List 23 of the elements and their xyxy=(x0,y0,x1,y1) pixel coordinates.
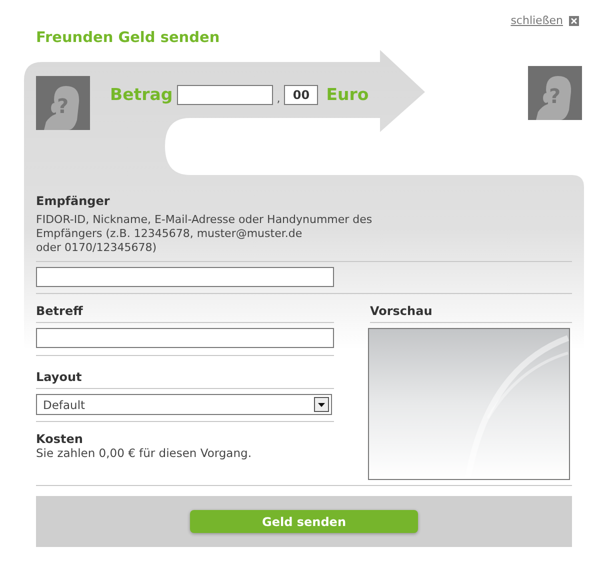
subject-input[interactable] xyxy=(36,328,334,348)
currency-label: Euro xyxy=(326,85,369,104)
layout-dropdown[interactable]: Default xyxy=(36,394,332,415)
close-icon[interactable] xyxy=(569,16,579,26)
preview-label: Vorschau xyxy=(370,304,572,323)
cent-input[interactable]: 00 xyxy=(284,85,318,105)
amount-label: Betrag xyxy=(110,85,173,104)
person-silhouette-icon xyxy=(44,86,80,130)
caret-icon xyxy=(314,397,329,412)
dialog-title: Freunden Geld senden xyxy=(36,30,221,46)
layout-label: Layout xyxy=(36,370,334,389)
costs-label: Kosten xyxy=(36,432,84,446)
euro-input[interactable] xyxy=(176,85,273,105)
close-link[interactable]: schließen xyxy=(510,14,563,27)
recipient-label: Empfänger xyxy=(36,194,111,208)
subject-label: Betreff xyxy=(36,304,334,323)
recipient-input[interactable] xyxy=(36,267,334,287)
question-mark: ? xyxy=(57,94,69,118)
question-mark: ? xyxy=(549,84,561,108)
person-silhouette-icon xyxy=(536,76,572,120)
costs-text: Sie zahlen 0,00 € für diesen Vorgang. xyxy=(36,446,252,460)
decimal-separator: , xyxy=(276,92,280,105)
recipient-hint: FIDOR-ID, Nickname, E-Mail-Adresse oder Handynummer des Empfängers (z.B. 12345678, muster@muster.de oder 0170/12345678) xyxy=(36,213,374,255)
